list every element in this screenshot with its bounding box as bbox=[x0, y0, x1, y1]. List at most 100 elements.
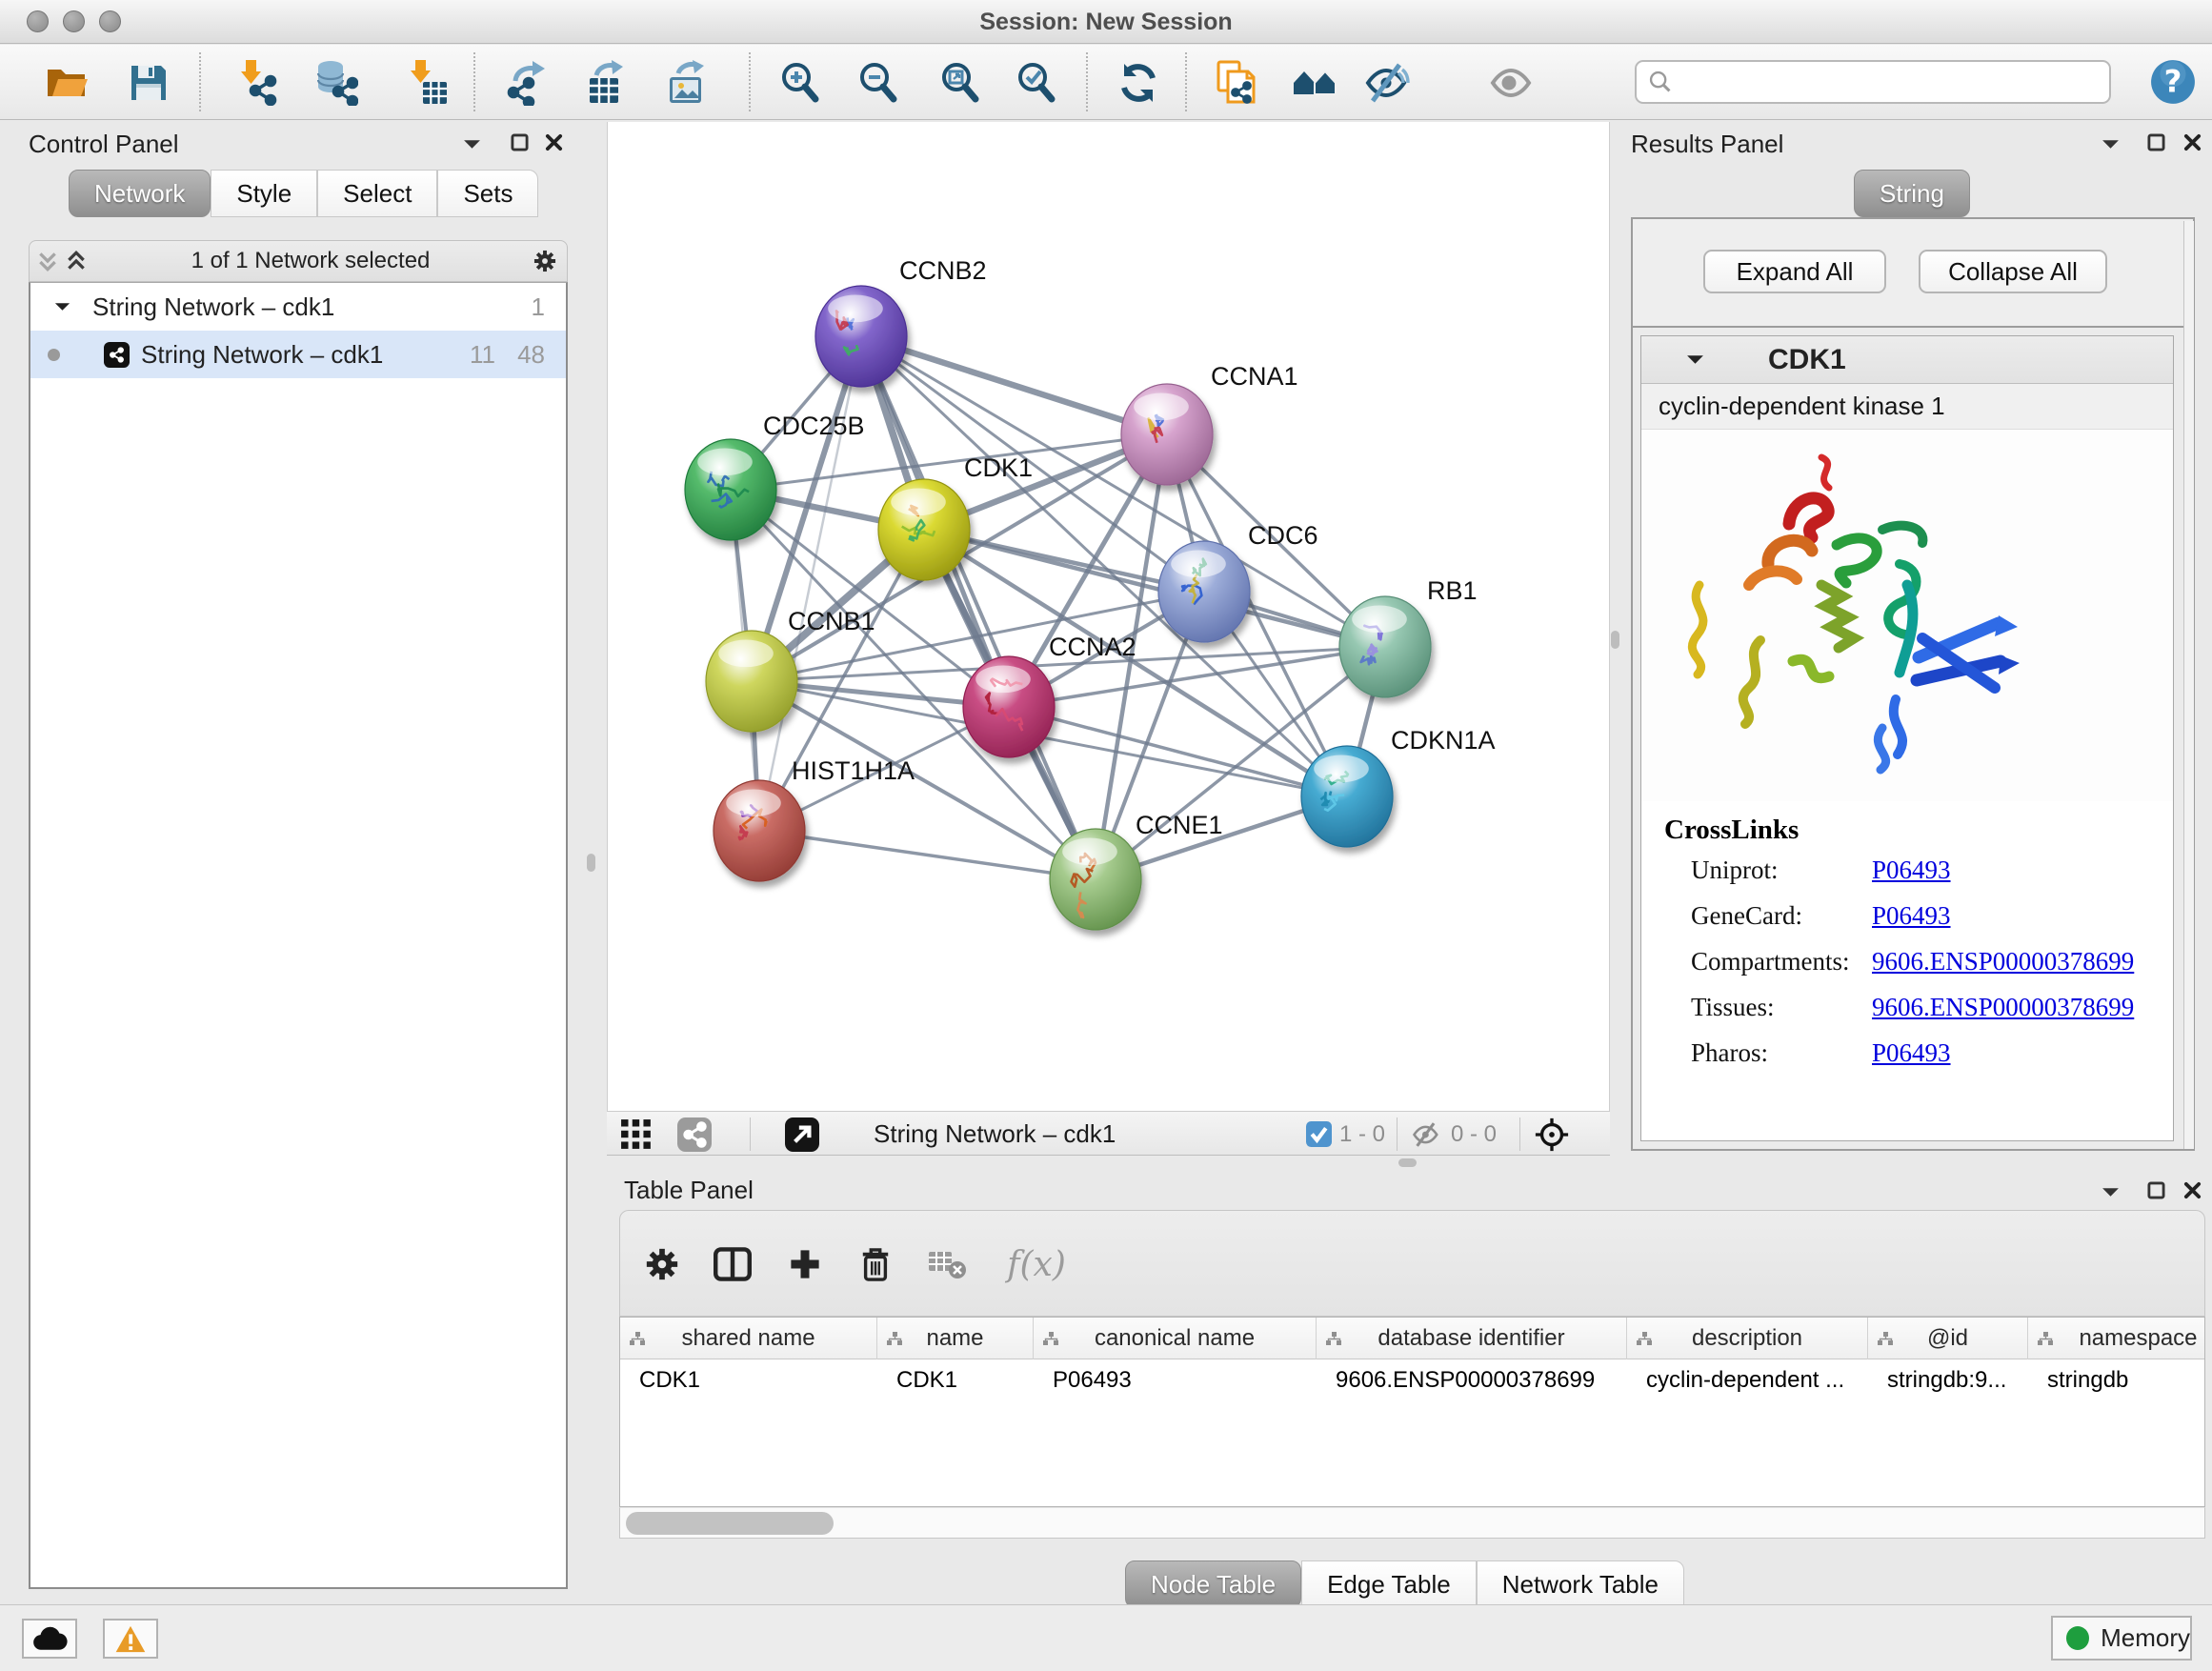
edge-CCNB2-CCNA1[interactable] bbox=[861, 336, 1167, 434]
expand-all-button[interactable]: Expand All bbox=[1703, 250, 1886, 293]
detach-view-button[interactable] bbox=[785, 1112, 819, 1157]
open-session-button[interactable] bbox=[40, 56, 93, 110]
column-header-id[interactable]: @id bbox=[1868, 1318, 2028, 1359]
view-share-button[interactable] bbox=[677, 1112, 712, 1157]
crosslink-link[interactable]: 9606.ENSP00000378699 bbox=[1872, 993, 2134, 1022]
table-panel-menu-icon[interactable] bbox=[2098, 1179, 2122, 1204]
node-HIST1H1A[interactable]: HIST1H1A bbox=[714, 756, 915, 881]
refresh-layout-button[interactable] bbox=[1112, 56, 1165, 110]
column-header-namespace[interactable]: namespace bbox=[2028, 1318, 2205, 1359]
add-column-button[interactable] bbox=[780, 1239, 830, 1289]
tree-expand-icon[interactable] bbox=[53, 301, 71, 312]
function-builder-button[interactable]: f(x) bbox=[994, 1239, 1079, 1289]
network-canvas[interactable]: CCNB2CCNA1CDC25BCDK1CDC6RB1CCNB1CCNA2CDK… bbox=[607, 122, 1610, 1111]
table-panel-float-icon[interactable] bbox=[2143, 1178, 2168, 1202]
help-button[interactable]: ? bbox=[2149, 58, 2197, 106]
delete-column-button[interactable] bbox=[851, 1239, 900, 1289]
warnings-button[interactable] bbox=[103, 1619, 158, 1659]
expand-all-networks-icon[interactable] bbox=[64, 249, 89, 273]
save-session-button[interactable] bbox=[122, 56, 175, 110]
zoom-in-button[interactable] bbox=[774, 56, 827, 110]
export-table-button[interactable] bbox=[581, 56, 634, 110]
results-panel-float-icon[interactable] bbox=[2143, 130, 2168, 154]
show-columns-button[interactable] bbox=[708, 1239, 757, 1289]
network-options-gear-icon[interactable] bbox=[533, 249, 557, 273]
table-hscrollbar[interactable] bbox=[619, 1507, 2205, 1539]
results-panel-close-icon[interactable] bbox=[2180, 130, 2204, 154]
results-scrollbar[interactable] bbox=[2183, 221, 2194, 1149]
cloud-status-button[interactable] bbox=[22, 1619, 77, 1659]
network-collection-count: 1 bbox=[532, 292, 545, 322]
gene-collapse-icon[interactable] bbox=[1685, 353, 1705, 366]
delete-table-button[interactable] bbox=[923, 1239, 973, 1289]
hide-selected-button[interactable] bbox=[1360, 56, 1414, 110]
tab-node-table[interactable]: Node Table bbox=[1125, 1560, 1301, 1608]
zoom-out-button[interactable] bbox=[852, 56, 905, 110]
zoom-selected-button[interactable] bbox=[1010, 56, 1063, 110]
network-graph[interactable]: CCNB2CCNA1CDC25BCDK1CDC6RB1CCNB1CCNA2CDK… bbox=[608, 122, 1611, 1109]
memory-button[interactable]: Memory bbox=[2051, 1616, 2192, 1661]
import-network-database-button[interactable] bbox=[309, 56, 362, 110]
table-options-button[interactable] bbox=[637, 1239, 687, 1289]
collapse-all-networks-icon[interactable] bbox=[35, 249, 60, 273]
column-header-database-identifier[interactable]: database identifier bbox=[1317, 1318, 1627, 1359]
tab-network[interactable]: Network bbox=[69, 170, 211, 217]
node-CCNE1[interactable]: CCNE1 bbox=[1050, 811, 1223, 930]
table-panel-close-icon[interactable] bbox=[2180, 1178, 2204, 1202]
edge-CCNB2-CCNE1[interactable] bbox=[861, 336, 1096, 879]
network-row-selected[interactable]: String Network – cdk1 11 48 bbox=[30, 331, 566, 378]
title-bar[interactable]: Session: New Session bbox=[0, 0, 2212, 44]
tab-select[interactable]: Select bbox=[317, 170, 437, 217]
network-selection-status: 1 of 1 Network selected bbox=[89, 248, 533, 274]
right-splitter-handle[interactable] bbox=[1611, 631, 1619, 649]
control-panel-close-icon[interactable] bbox=[541, 130, 566, 154]
results-panel-menu-icon[interactable] bbox=[2098, 131, 2122, 156]
search-input[interactable] bbox=[1673, 63, 2109, 101]
tab-edge-table[interactable]: Edge Table bbox=[1301, 1560, 1477, 1608]
edge-HIST1H1A-CCNE1[interactable] bbox=[759, 831, 1096, 879]
gene-section-header[interactable]: CDK1 bbox=[1641, 336, 2173, 384]
crosslink-link[interactable]: P06493 bbox=[1872, 856, 1951, 885]
column-header-name[interactable]: name bbox=[877, 1318, 1034, 1359]
selected-nodes-indicator[interactable]: 1 - 0 bbox=[1306, 1112, 1385, 1157]
column-header-description[interactable]: description bbox=[1627, 1318, 1868, 1359]
collapse-all-button[interactable]: Collapse All bbox=[1919, 250, 2107, 293]
view-grid-button[interactable] bbox=[620, 1112, 653, 1157]
tab-sets[interactable]: Sets bbox=[437, 170, 538, 217]
search-box[interactable] bbox=[1635, 60, 2111, 104]
tab-network-table[interactable]: Network Table bbox=[1477, 1560, 1684, 1608]
network-collection-row[interactable]: String Network – cdk1 1 bbox=[30, 283, 566, 331]
crosslink-link[interactable]: P06493 bbox=[1872, 901, 1951, 931]
export-network-button[interactable] bbox=[502, 56, 555, 110]
new-network-from-selection-button[interactable] bbox=[1210, 56, 1263, 110]
edge-CCNA2-CDKN1A[interactable] bbox=[1009, 707, 1347, 796]
first-neighbors-button[interactable] bbox=[1288, 56, 1341, 110]
export-image-button[interactable] bbox=[662, 56, 715, 110]
tab-string[interactable]: String bbox=[1854, 170, 1970, 217]
import-table-file-button[interactable] bbox=[398, 56, 452, 110]
horizontal-splitter-handle[interactable] bbox=[1398, 1158, 1417, 1167]
crosslink-link[interactable]: P06493 bbox=[1872, 1038, 1951, 1068]
column-header-shared-name[interactable]: shared name bbox=[620, 1318, 877, 1359]
crosslink-link[interactable]: 9606.ENSP00000378699 bbox=[1872, 947, 2134, 976]
column-type-icon bbox=[2038, 1332, 2054, 1346]
table-toolbar: f(x) bbox=[619, 1210, 2205, 1317]
control-panel-float-icon[interactable] bbox=[507, 130, 532, 154]
table-hscrollbar-thumb[interactable] bbox=[626, 1512, 834, 1535]
hidden-nodes-indicator[interactable]: 0 - 0 bbox=[1409, 1112, 1497, 1157]
tab-style[interactable]: Style bbox=[211, 170, 317, 217]
table-row[interactable]: CDK1CDK1P064939606.ENSP00000378699cyclin… bbox=[620, 1359, 2205, 1401]
left-splitter-handle[interactable] bbox=[587, 854, 595, 872]
column-header-canonical-name[interactable]: canonical name bbox=[1034, 1318, 1317, 1359]
birds-eye-view-button[interactable] bbox=[1534, 1112, 1570, 1157]
import-network-file-button[interactable] bbox=[229, 56, 282, 110]
control-panel-menu-icon[interactable] bbox=[459, 131, 484, 156]
zoom-fit-button[interactable] bbox=[934, 56, 987, 110]
node-CCNA1[interactable]: CCNA1 bbox=[1121, 362, 1298, 485]
show-all-button[interactable] bbox=[1485, 56, 1538, 110]
node-table[interactable]: shared namenamecanonical namedatabase id… bbox=[619, 1317, 2205, 1507]
node-RB1[interactable]: RB1 bbox=[1339, 576, 1478, 697]
node-CCNB1[interactable]: CCNB1 bbox=[706, 607, 875, 732]
node-CDK1[interactable]: CDK1 bbox=[878, 453, 1033, 580]
node-CDKN1A[interactable]: CDKN1A bbox=[1301, 726, 1496, 847]
